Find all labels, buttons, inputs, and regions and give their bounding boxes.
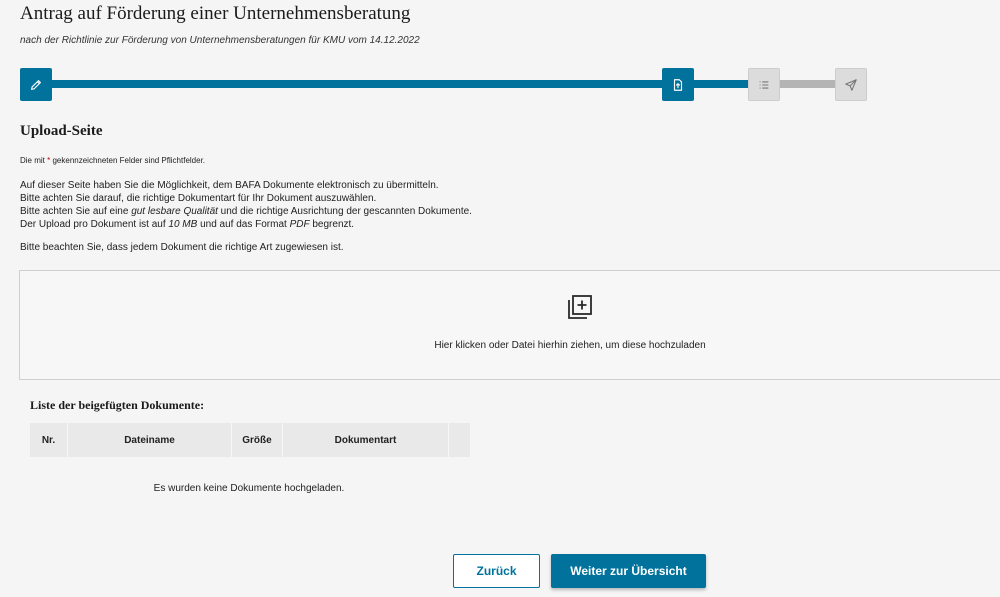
documents-list-title: Liste der beigefügten Dokumente: xyxy=(30,398,205,412)
page-subtitle: nach der Richtlinie zur Förderung von Un… xyxy=(20,35,420,46)
stepper-track-current xyxy=(694,80,748,88)
file-dropzone[interactable]: Hier klicken oder Datei hierhin ziehen, … xyxy=(19,270,1000,380)
column-dokumentart: Dokumentart xyxy=(282,423,449,457)
back-button[interactable]: Zurück xyxy=(453,554,540,588)
document-type-hint: Bitte beachten Sie, dass jedem Dokument … xyxy=(20,242,344,253)
info-line: Bitte achten Sie auf eine gut lesbare Qu… xyxy=(20,206,472,217)
step-uebersicht[interactable] xyxy=(748,68,780,101)
send-icon xyxy=(845,78,857,91)
stepper-track-pending xyxy=(780,80,835,88)
column-dateiname: Dateiname xyxy=(67,423,232,457)
step-antrag[interactable] xyxy=(20,68,52,101)
info-line: Bitte achten Sie darauf, die richtige Do… xyxy=(20,193,377,204)
list-icon xyxy=(759,80,769,89)
page-title: Antrag auf Förderung einer Unternehmensb… xyxy=(20,3,411,24)
column-groesse: Größe xyxy=(231,423,283,457)
next-overview-button[interactable]: Weiter zur Übersicht xyxy=(551,554,706,588)
dropzone-text: Hier klicken oder Datei hierhin ziehen, … xyxy=(434,340,706,351)
upload-info-text: Auf dieser Seite haben Sie die Möglichke… xyxy=(20,179,472,231)
documents-table: Nr. Dateiname Größe Dokumentart xyxy=(30,423,470,457)
step-absenden[interactable] xyxy=(835,68,867,101)
info-line: Der Upload pro Dokument ist auf 10 MB un… xyxy=(20,219,355,230)
section-title: Upload-Seite xyxy=(20,123,103,139)
stepper-track-completed xyxy=(52,80,662,88)
info-line: Auf dieser Seite haben Sie die Möglichke… xyxy=(20,180,439,191)
add-file-icon xyxy=(568,295,592,319)
column-actions xyxy=(448,423,470,457)
pencil-icon xyxy=(31,79,41,90)
document-upload-icon xyxy=(673,78,683,91)
progress-stepper xyxy=(20,68,867,101)
column-nr: Nr. xyxy=(30,423,68,457)
step-upload[interactable] xyxy=(662,68,694,101)
table-header-row: Nr. Dateiname Größe Dokumentart xyxy=(30,423,470,457)
empty-documents-message: Es wurden keine Dokumente hochgeladen. xyxy=(153,483,345,494)
required-fields-note: Die mit * gekennzeichneten Felder sind P… xyxy=(20,156,206,165)
